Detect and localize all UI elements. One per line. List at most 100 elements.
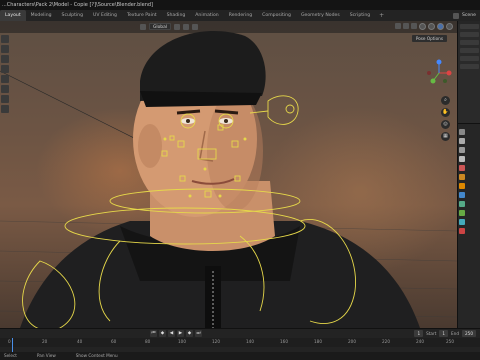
tick-label: 140 <box>246 339 254 344</box>
rendered-shading-button[interactable] <box>446 23 453 30</box>
orientation-dropdown[interactable]: Global <box>149 23 172 30</box>
shading-controls <box>395 23 453 30</box>
tab-sculpting[interactable]: Sculpting <box>57 10 88 21</box>
timeline-ruler[interactable]: 0 20 40 60 80 100 120 140 160 180 200 22… <box>0 338 480 347</box>
right-panel <box>457 21 480 328</box>
tick-label: 240 <box>416 339 424 344</box>
jump-start-button[interactable]: ⏮ <box>150 330 157 337</box>
play-reverse-button[interactable]: ◀ <box>168 330 175 337</box>
scene-selector: Scene <box>452 10 480 21</box>
tab-geometry-nodes[interactable]: Geometry Nodes <box>296 10 345 21</box>
tick-label: 200 <box>348 339 356 344</box>
tick-label: 180 <box>314 339 322 344</box>
transform-tool-icon[interactable] <box>1 85 9 93</box>
overlay-toggle-icon[interactable] <box>411 23 417 29</box>
start-frame-field[interactable]: 1 <box>439 330 449 337</box>
material-preview-button[interactable] <box>437 23 444 30</box>
tool-properties-icon[interactable] <box>459 129 465 135</box>
tick-label: 220 <box>382 339 390 344</box>
transform-orientation: Global <box>140 23 199 30</box>
end-label: End <box>451 331 459 336</box>
frame-range: 1 Start 1 End 250 <box>414 330 476 337</box>
workspace-tabs: Layout Modeling Sculpting UV Editing Tex… <box>0 10 480 21</box>
tab-modeling[interactable]: Modeling <box>26 10 57 21</box>
zoom-icon[interactable]: ⌕ <box>441 96 450 105</box>
tab-shading[interactable]: Shading <box>162 10 191 21</box>
physics-properties-icon[interactable] <box>459 201 465 207</box>
select-tool-icon[interactable] <box>1 35 9 43</box>
material-properties-icon[interactable] <box>459 228 465 234</box>
next-keyframe-button[interactable]: ◆ <box>186 330 193 337</box>
start-label: Start <box>426 331 437 336</box>
tick-label: 160 <box>280 339 288 344</box>
tab-scripting[interactable]: Scripting <box>345 10 375 21</box>
navigation-gizmo[interactable] <box>425 59 453 87</box>
snap-icon[interactable] <box>183 23 190 30</box>
cursor-tool-icon[interactable] <box>1 45 9 53</box>
play-button[interactable]: ▶ <box>177 330 184 337</box>
current-frame-field[interactable]: 1 <box>414 330 424 337</box>
character-model <box>0 31 457 328</box>
scene-label[interactable]: Scene <box>462 13 476 18</box>
solid-shading-button[interactable] <box>428 23 435 30</box>
scale-tool-icon[interactable] <box>1 75 9 83</box>
hand-icon[interactable]: ✋ <box>441 108 450 117</box>
tick-label: 20 <box>42 339 48 344</box>
tick-label: 120 <box>212 339 220 344</box>
tick-label: 0 <box>8 339 11 344</box>
tab-animation[interactable]: Animation <box>190 10 223 21</box>
object-properties-icon[interactable] <box>459 183 465 189</box>
modifier-properties-icon[interactable] <box>459 192 465 198</box>
move-tool-icon[interactable] <box>1 55 9 63</box>
viewport-header: Global <box>0 21 457 33</box>
tab-texture-paint[interactable]: Texture Paint <box>122 10 162 21</box>
outliner[interactable] <box>458 24 480 124</box>
status-bar: Select Pan View Show Context Menu <box>0 352 480 360</box>
window-title: ...Characters\Pack 2\Model - Copie [?]\S… <box>0 0 480 10</box>
rotate-tool-icon[interactable] <box>1 65 9 73</box>
tick-label: 60 <box>111 339 117 344</box>
viewport-navigation: ⌕ ✋ ◎ ▦ <box>441 96 450 141</box>
tick-label: 100 <box>178 339 186 344</box>
playback-controls: ⏮ ◆ ◀ ▶ ◆ ⏭ <box>150 330 202 337</box>
tab-layout[interactable]: Layout <box>0 10 26 21</box>
orientation-icon <box>140 23 146 30</box>
end-frame-field[interactable]: 250 <box>462 330 476 337</box>
tab-compositing[interactable]: Compositing <box>257 10 296 21</box>
timeline: ⏮ ◆ ◀ ▶ ◆ ⏭ 1 Start 1 End 250 0 20 40 60… <box>0 328 480 360</box>
tick-label: 80 <box>145 339 151 344</box>
output-properties-icon[interactable] <box>459 147 465 153</box>
toolbar <box>0 35 10 113</box>
measure-tool-icon[interactable] <box>1 105 9 113</box>
constraint-properties-icon[interactable] <box>459 210 465 216</box>
tick-label: 250 <box>446 339 454 344</box>
scene-icon <box>452 12 459 19</box>
timeline-header: ⏮ ◆ ◀ ▶ ◆ ⏭ 1 Start 1 End 250 <box>0 329 480 338</box>
data-properties-icon[interactable] <box>459 219 465 225</box>
add-workspace-button[interactable]: + <box>375 12 388 19</box>
status-select: Select <box>4 353 17 358</box>
camera-icon[interactable]: ◎ <box>441 120 450 129</box>
playhead[interactable] <box>12 338 13 352</box>
status-context-menu: Show Context Menu <box>75 353 118 358</box>
grid-icon[interactable]: ▦ <box>441 132 450 141</box>
tick-label: 40 <box>77 339 83 344</box>
scene-properties-icon[interactable] <box>459 165 465 171</box>
view-layer-properties-icon[interactable] <box>459 156 465 162</box>
annotate-tool-icon[interactable] <box>1 95 9 103</box>
gizmo-toggle-icon[interactable] <box>403 23 409 29</box>
tab-rendering[interactable]: Rendering <box>224 10 257 21</box>
world-properties-icon[interactable] <box>459 174 465 180</box>
render-properties-icon[interactable] <box>459 138 465 144</box>
tab-uv-editing[interactable]: UV Editing <box>88 10 122 21</box>
visibility-icon[interactable] <box>395 23 401 29</box>
properties-tabs <box>459 129 467 234</box>
jump-end-button[interactable]: ⏭ <box>195 330 202 337</box>
pivot-icon[interactable] <box>174 23 181 30</box>
pose-options-dropdown[interactable]: Pose Options <box>411 35 447 42</box>
3d-viewport[interactable]: Global Pose Options ⌕ ✋ ◎ ▦ <box>0 21 457 328</box>
status-pan: Pan View <box>36 353 56 358</box>
proportional-editing-icon[interactable] <box>192 23 199 30</box>
wireframe-shading-button[interactable] <box>419 23 426 30</box>
prev-keyframe-button[interactable]: ◆ <box>159 330 166 337</box>
